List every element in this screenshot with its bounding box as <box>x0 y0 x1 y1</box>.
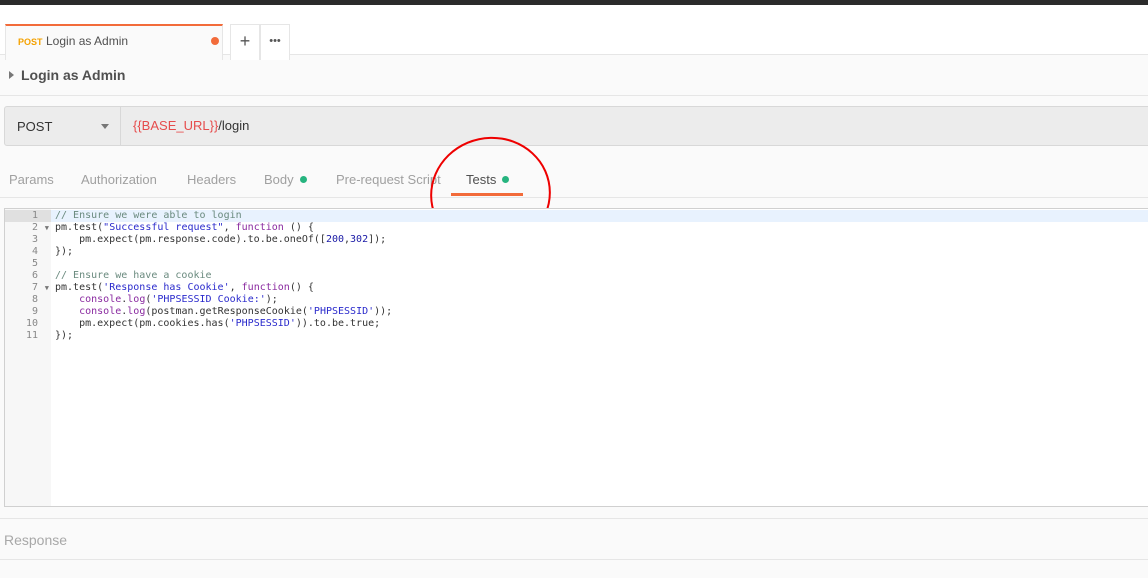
response-label: Response <box>4 532 68 548</box>
code-token: () { <box>289 282 314 293</box>
code-token: 'PHPSESSID Cookie:' <box>151 294 266 305</box>
more-icon: ••• <box>269 35 281 47</box>
tab-label: Pre-request Script <box>336 172 441 187</box>
line-number: 9 <box>31 306 38 317</box>
code-token: function <box>235 222 284 233</box>
code-line: 1 // Ensure we were able to login <box>5 210 1148 222</box>
line-number: 3 <box>31 234 38 245</box>
fold-arrow-icon[interactable]: ▼ <box>45 282 49 294</box>
request-tabs: Params Authorization Headers Body Pre-reques… <box>0 157 1148 198</box>
code-line: 5 <box>5 258 1148 270</box>
code-line: 2 ▼ pm.test("Successful request", function… <box>5 222 1148 234</box>
code-token: }); <box>55 330 74 341</box>
response-section[interactable]: Response <box>0 518 1148 560</box>
code-token: pm.expect(pm.cookies.has( <box>55 318 230 329</box>
line-number: 6 <box>31 270 38 281</box>
code-token: )); <box>374 306 393 317</box>
tab-pre-request-script[interactable]: Pre-request Script <box>336 172 441 187</box>
expand-arrow-icon <box>9 71 14 79</box>
code-line: 8 console.log('PHPSESSID Cookie:'); <box>5 294 1148 306</box>
code-line: 7 ▼ pm.test('Response has Cookie', functio… <box>5 282 1148 294</box>
line-number: 10 <box>25 318 38 329</box>
code-token: function <box>241 282 290 293</box>
line-number: 7 ▼ <box>31 282 49 294</box>
tab-label: Headers <box>187 172 237 187</box>
tab-label: Body <box>264 172 294 187</box>
url-path: /login <box>218 118 250 133</box>
unsaved-dot-icon <box>211 37 219 45</box>
code-token: console <box>79 294 122 305</box>
url-input[interactable]: {{BASE_URL}}/login <box>133 118 249 133</box>
code-token: ); <box>265 294 278 305</box>
line-number: 4 <box>31 246 38 257</box>
code-token: }); <box>55 246 74 257</box>
code-token: 302 <box>350 234 369 245</box>
tab-strip: POST Login as Admin + ••• <box>0 5 1148 60</box>
code-token: 'PHPSESSID' <box>229 318 296 329</box>
line-number: 2 ▼ <box>31 222 49 234</box>
code-token: log <box>127 294 146 305</box>
code-token: 'Response has Cookie' <box>103 282 230 293</box>
line-number: 5 <box>31 258 38 269</box>
tab-method: POST <box>18 37 43 47</box>
code-token: 200 <box>325 234 344 245</box>
code-token: ]); <box>368 234 387 245</box>
line-number: 11 <box>25 330 38 341</box>
code-token: , <box>223 222 236 233</box>
code-token: // Ensure we were able to login <box>55 210 242 221</box>
more-tabs-button[interactable]: ••• <box>260 24 290 60</box>
code-line: 9 console.log(postman.getResponseCookie(… <box>5 306 1148 318</box>
code-token: pm.test( <box>55 282 104 293</box>
chevron-down-icon <box>101 124 109 129</box>
code-token: log <box>127 306 146 317</box>
method-select[interactable]: POST <box>5 107 121 145</box>
url-bar: POST {{BASE_URL}}/login <box>4 106 1148 146</box>
new-tab-button[interactable]: + <box>230 24 260 60</box>
tab-authorization[interactable]: Authorization <box>81 172 157 187</box>
code-line: 11}); <box>5 330 1148 342</box>
code-lines: 1 // Ensure we were able to login 2 ▼ pm.tes… <box>5 210 1148 342</box>
code-token: (postman.getResponseCookie( <box>145 306 308 317</box>
url-variable: {{BASE_URL}} <box>133 118 219 133</box>
code-line: 10 pm.expect(pm.cookies.has('PHPSESSID')… <box>5 318 1148 330</box>
code-line: 6 // Ensure we have a cookie <box>5 270 1148 282</box>
tab-params[interactable]: Params <box>9 172 54 187</box>
request-name[interactable]: Login as Admin <box>9 67 125 83</box>
fold-arrow-icon[interactable]: ▼ <box>45 222 49 234</box>
code-token: , <box>229 282 242 293</box>
code-token: // Ensure we have a cookie <box>55 270 212 281</box>
code-token: pm.expect(pm.response.code).to.be.oneOf(… <box>55 234 326 245</box>
status-dot-icon <box>299 176 307 183</box>
method-value: POST <box>17 119 53 134</box>
tab-label: Authorization <box>81 172 157 187</box>
tab-headers[interactable]: Headers <box>187 172 236 187</box>
code-line: 3 pm.expect(pm.response.code).to.be.oneO… <box>5 234 1148 246</box>
tests-code-editor[interactable]: 1 // Ensure we were able to login 2 ▼ pm.tes… <box>4 208 1148 507</box>
code-token: "Successful request" <box>103 222 224 233</box>
code-token: pm.test( <box>55 222 104 233</box>
code-token: () { <box>283 222 314 233</box>
plus-icon: + <box>239 31 251 51</box>
tab-label: Params <box>9 172 54 187</box>
code-line: 4}); <box>5 246 1148 258</box>
tab-body[interactable]: Body <box>264 172 307 187</box>
code-token: console <box>79 306 122 317</box>
tab-title: Login as Admin <box>46 34 129 48</box>
divider <box>0 95 1148 96</box>
line-number: 1 <box>5 210 51 222</box>
request-name-text: Login as Admin <box>21 67 126 83</box>
code-token: )).to.be.true; <box>295 318 381 329</box>
line-number: 8 <box>31 294 38 305</box>
request-tab[interactable]: POST Login as Admin <box>5 24 223 60</box>
code-token: 'PHPSESSID' <box>307 306 375 317</box>
